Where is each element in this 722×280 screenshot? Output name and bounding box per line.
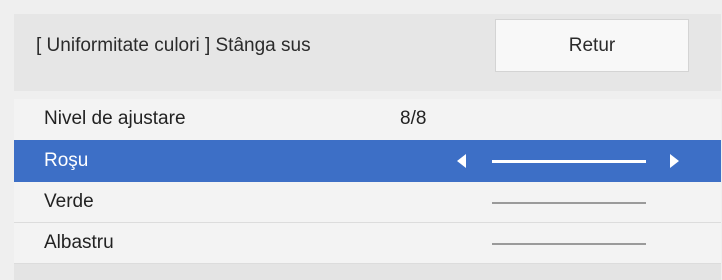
list-item-green[interactable]: Verde: [14, 181, 721, 222]
dialog-title: [ Uniformitate culori ] Stânga sus: [36, 35, 311, 56]
row-label: Albastru: [44, 232, 114, 253]
return-button[interactable]: Retur: [495, 19, 689, 72]
row-label: Nivel de ajustare: [44, 108, 186, 129]
row-label: Verde: [44, 191, 94, 212]
triangle-left-icon[interactable]: [457, 154, 466, 168]
adjustment-level-value: 8/8: [400, 108, 427, 129]
list-item-blue[interactable]: Albastru: [14, 222, 721, 263]
triangle-right-icon[interactable]: [670, 154, 679, 168]
settings-list: Nivel de ajustare 8/8 Roşu Verde Albastr…: [14, 99, 721, 263]
color-uniformity-dialog: [ Uniformitate culori ] Stânga sus Retur…: [0, 0, 722, 280]
dialog-header: [ Uniformitate culori ] Stânga sus Retur: [14, 14, 721, 91]
footer-strip: [14, 263, 721, 280]
list-item-adjustment-level[interactable]: Nivel de ajustare 8/8: [14, 99, 721, 140]
red-slider-bar[interactable]: [492, 160, 646, 163]
row-label: Roşu: [44, 150, 89, 171]
list-item-red[interactable]: Roşu: [14, 140, 721, 181]
blue-slider-bar[interactable]: [492, 243, 646, 245]
green-slider-bar[interactable]: [492, 202, 646, 204]
